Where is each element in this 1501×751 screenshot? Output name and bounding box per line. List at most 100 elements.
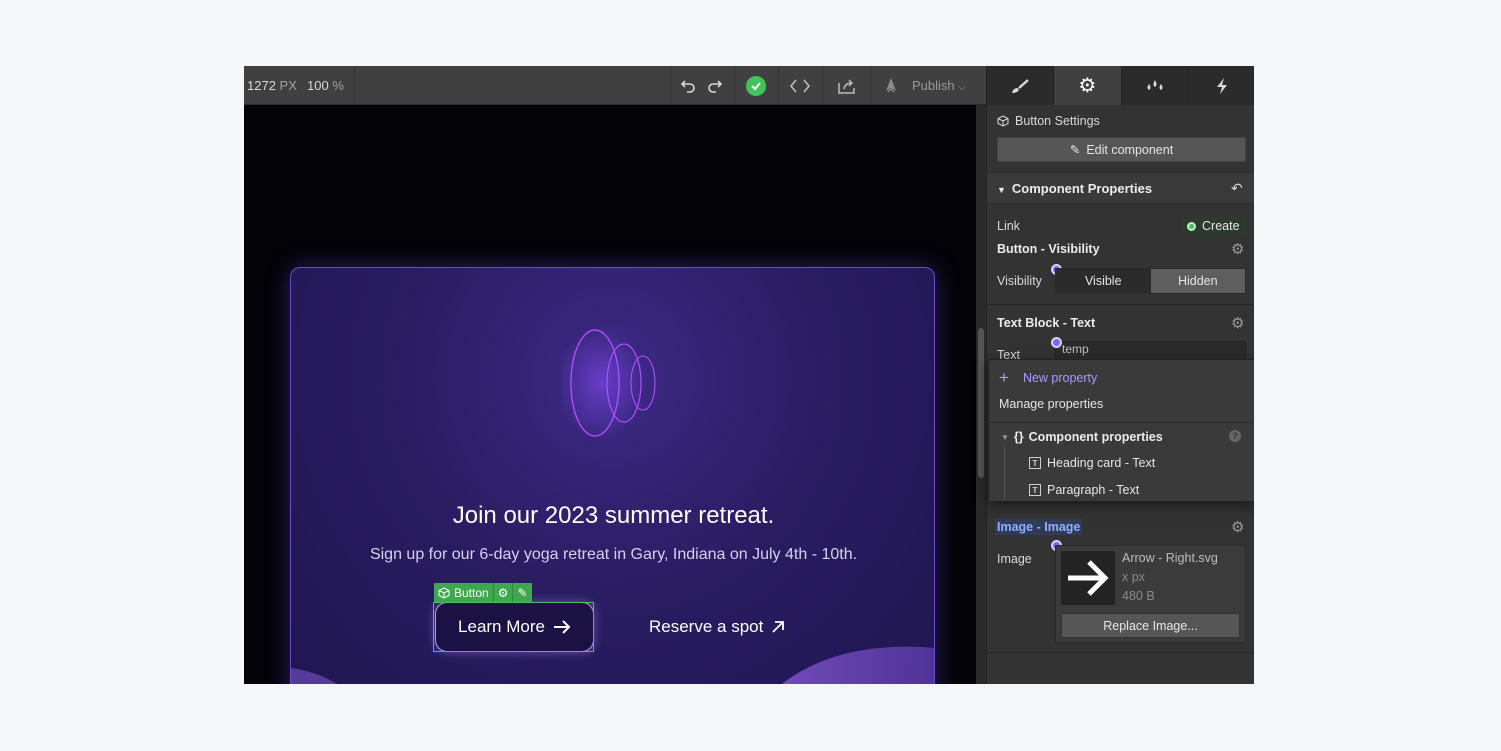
visible-option[interactable]: Visible [1056, 269, 1151, 293]
publish-label: Publish [912, 78, 955, 93]
section-divider [987, 652, 1254, 653]
edit-component-label: Edit component [1086, 142, 1174, 157]
ripple-graphic [561, 325, 656, 441]
selection-tag-label: Button [454, 585, 489, 600]
toolbar-divider [822, 66, 823, 105]
reserve-spot-label: Reserve a spot [649, 617, 764, 636]
publish-button[interactable]: Publish ⌵ [912, 78, 966, 93]
lightning-icon [1216, 77, 1227, 94]
reset-icon[interactable]: ↶ [1231, 180, 1243, 197]
panel-tabs: ⚙ [987, 66, 1254, 105]
new-property-label: New property [1022, 371, 1098, 385]
arrow-up-right-icon [772, 621, 785, 633]
tree-line [1004, 446, 1005, 500]
toolbar-divider [670, 66, 671, 105]
toolbar-divider [354, 66, 355, 105]
canvas-scroll-thumb[interactable] [978, 328, 984, 478]
saved-check-icon[interactable] [746, 76, 766, 96]
toolbar-divider [778, 66, 779, 105]
component-properties-group[interactable]: ▼ {} Component properties [1001, 430, 1163, 444]
redo-icon[interactable] [704, 75, 726, 97]
component-properties-header[interactable]: ▼ Component Properties ↶ [987, 172, 1254, 204]
canvas-width-unit: PX [279, 78, 297, 93]
dropdown-divider [989, 422, 1254, 423]
tab-settings[interactable]: ⚙ [1054, 66, 1122, 105]
section-divider [987, 304, 1254, 305]
property-item[interactable]: T Heading card - Text [1029, 456, 1155, 470]
reserve-spot-link[interactable]: Reserve a spot [649, 617, 785, 637]
paintbrush-icon [1012, 78, 1029, 93]
gear-icon[interactable]: ⚙ [1231, 314, 1244, 332]
toolbar-divider [870, 66, 871, 105]
card-paragraph[interactable]: Sign up for our 6-day yoga retreat in Ga… [291, 546, 934, 564]
component-properties-label: Component Properties [1011, 181, 1153, 196]
image-thumbnail[interactable] [1061, 551, 1115, 605]
designer-window: 1272 PX 100 % Publish ⌵ Join our 2023 su… [244, 66, 1254, 684]
link-label: Link [997, 219, 1020, 233]
rocket-icon [880, 75, 902, 97]
zoom-unit: % [332, 78, 344, 93]
top-toolbar: 1272 PX 100 % Publish ⌵ [244, 66, 986, 105]
component-properties-group-label: Component properties [1028, 430, 1163, 444]
pencil-icon[interactable]: ✎ [513, 583, 531, 602]
code-icon[interactable] [789, 75, 811, 97]
component-icon [997, 115, 1009, 127]
image-dimensions: x px [1122, 570, 1145, 584]
tab-lightning[interactable] [1189, 66, 1254, 105]
image-label: Image [997, 552, 1032, 566]
manage-properties-option[interactable]: Manage properties [999, 397, 1103, 411]
create-dot-icon [1187, 221, 1196, 231]
drops-icon [1147, 79, 1163, 90]
text-group-title: Text Block - Text [997, 316, 1096, 330]
property-item-label: Heading card - Text [1047, 456, 1156, 470]
new-property-option[interactable]: + New property [999, 368, 1097, 388]
edit-component-button[interactable]: ✎ Edit component [997, 137, 1246, 162]
retreat-card[interactable]: Join our 2023 summer retreat. Sign up fo… [290, 267, 935, 684]
replace-image-button[interactable]: Replace Image... [1061, 613, 1240, 638]
curly-braces-icon: {} [1013, 430, 1024, 444]
arrow-right-icon [1068, 560, 1109, 596]
toolbar-divider [734, 66, 735, 105]
gear-icon[interactable]: ⚙ [1231, 240, 1244, 258]
image-filename: Arrow - Right.svg [1122, 551, 1218, 565]
card-heading[interactable]: Join our 2023 summer retreat. [291, 502, 934, 530]
text-field[interactable]: temp [1055, 341, 1246, 361]
pencil-icon: ✎ [1069, 143, 1081, 157]
property-item[interactable]: T Paragraph - Text [1029, 483, 1139, 497]
undo-icon[interactable] [677, 75, 699, 97]
canvas-width-value: 1272 [247, 78, 276, 93]
help-icon[interactable]: ? [1229, 430, 1241, 442]
gear-icon[interactable]: ⚙ [494, 583, 514, 602]
settings-title: Button Settings [997, 114, 1100, 128]
property-item-label: Paragraph - Text [1047, 483, 1140, 497]
component-properties-title: ▼ Component Properties [997, 181, 1152, 196]
zoom-value: 100 [307, 78, 329, 93]
export-icon[interactable] [836, 75, 858, 97]
zoom-readout[interactable]: 100 % [307, 78, 344, 93]
property-dropdown: + New property Manage properties ▼ {} Co… [988, 359, 1254, 502]
chevron-down-icon: ⌵ [958, 82, 966, 93]
arrow-right-icon [553, 620, 571, 634]
settings-panel: ⚙ Button Settings ✎ Edit component ▼ Comp… [986, 66, 1254, 684]
component-tag[interactable]: Button [434, 583, 494, 602]
design-canvas[interactable]: Join our 2023 summer retreat. Sign up fo… [244, 105, 976, 684]
text-icon: T [1029, 457, 1041, 469]
bound-property-dot[interactable] [1051, 337, 1062, 348]
selection-tag[interactable]: Button ⚙ ✎ [434, 583, 532, 602]
canvas-width-readout[interactable]: 1272 PX [247, 78, 297, 93]
plus-icon: + [999, 368, 1009, 387]
decorative-wave [291, 646, 934, 684]
visibility-group-title: Button - Visibility [997, 242, 1100, 256]
image-group-title: Image - Image [995, 519, 1083, 535]
image-picker: Arrow - Right.svg x px 480 B Replace Ima… [1055, 545, 1246, 643]
hidden-option[interactable]: Hidden [1150, 269, 1245, 293]
gear-icon: ⚙ [1078, 75, 1097, 97]
tab-interactions[interactable] [1122, 66, 1189, 105]
create-label: Create [1202, 219, 1240, 233]
caret-down-icon: ▼ [997, 185, 1006, 195]
component-icon [438, 586, 450, 599]
learn-more-label: Learn More [458, 617, 545, 636]
tab-style[interactable] [987, 66, 1055, 105]
create-link-button[interactable]: Create [1181, 216, 1246, 236]
gear-icon[interactable]: ⚙ [1231, 518, 1244, 536]
